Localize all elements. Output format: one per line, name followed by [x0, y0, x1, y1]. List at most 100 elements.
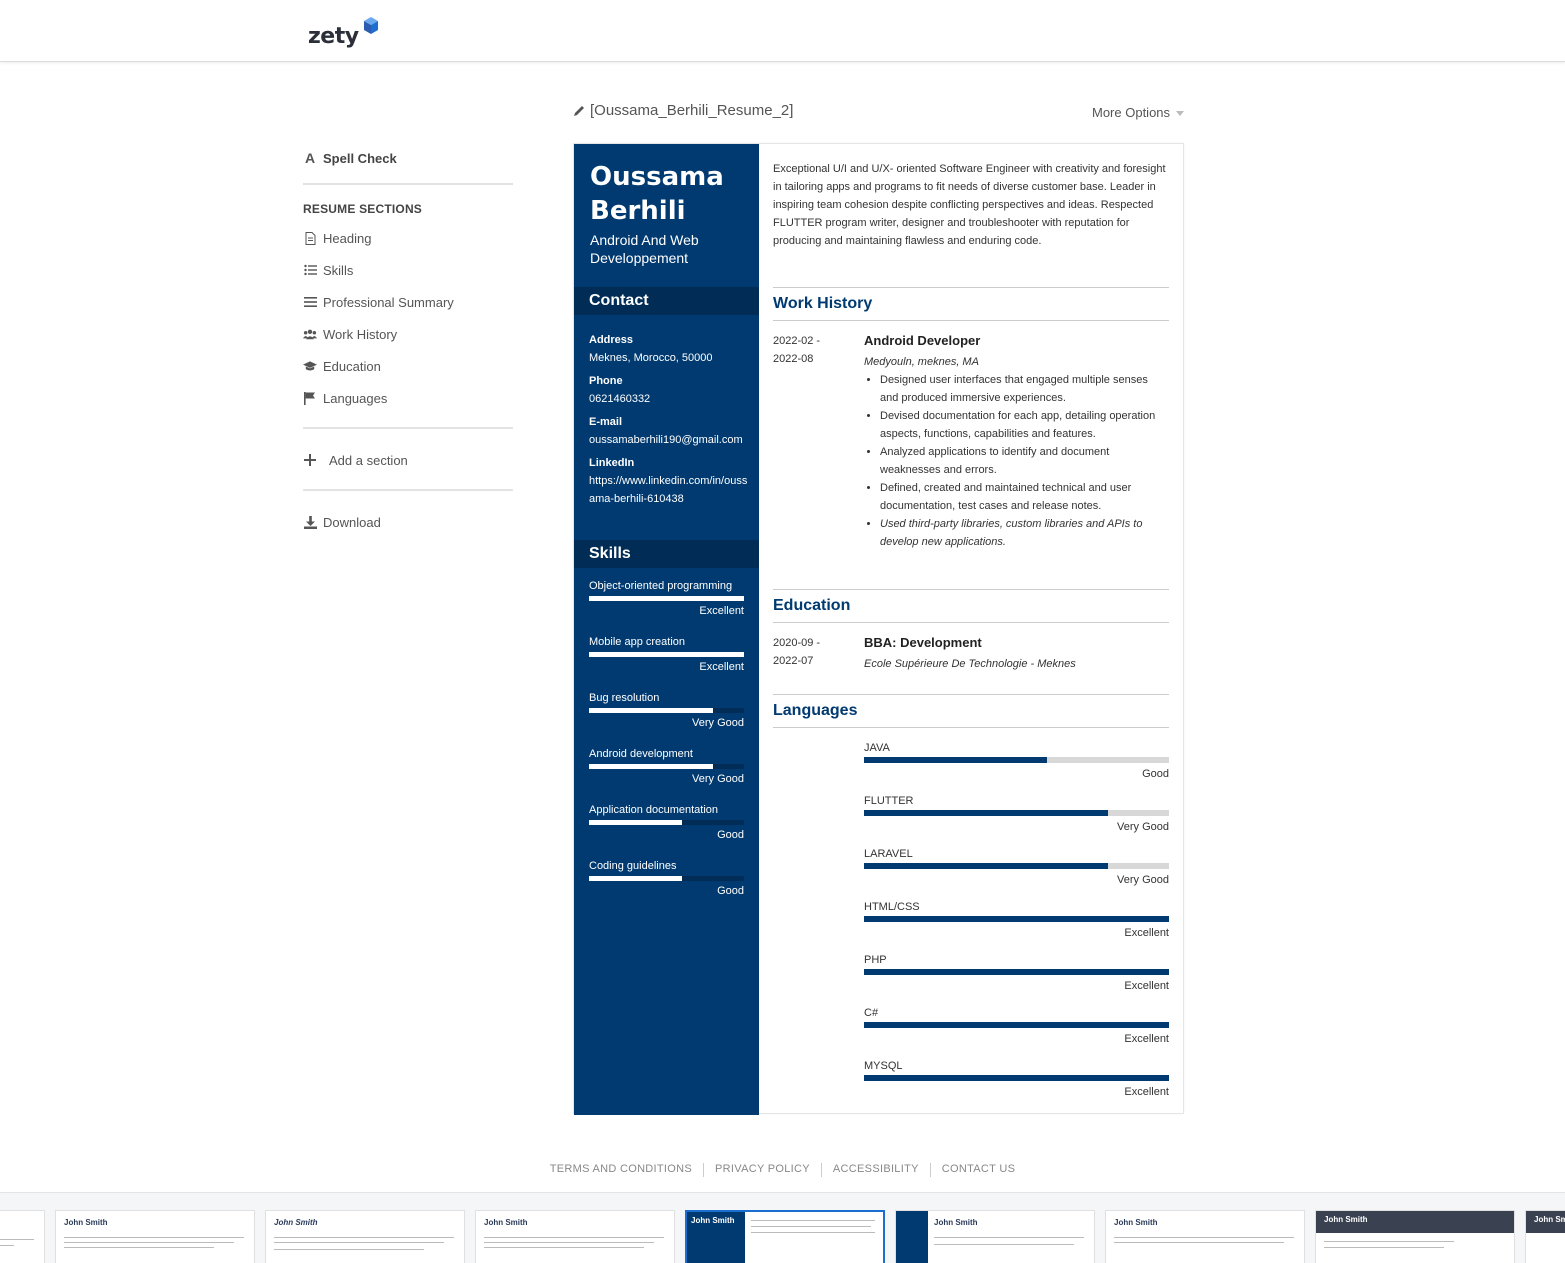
- language-name: PHP: [864, 954, 887, 966]
- language-bar-fill: [864, 1075, 1169, 1081]
- download-label: Download: [323, 514, 381, 530]
- resume-name: Oussama Berhili: [590, 162, 724, 226]
- skill-level: Very Good: [692, 717, 744, 729]
- language-bar: [864, 863, 1169, 869]
- template-sample-name: John Smith: [691, 1216, 735, 1225]
- resume-preview[interactable]: Oussama Berhili Android And Web Developp…: [573, 143, 1184, 1115]
- document-title[interactable]: [Oussama_Berhili_Resume_2]: [572, 102, 793, 119]
- language-bar: [864, 916, 1169, 922]
- work-dates: 2022-02 - 2022-08: [773, 332, 853, 368]
- sidebar-item-work-history[interactable]: Work History: [303, 318, 513, 350]
- plus-icon: [303, 453, 317, 467]
- list-icon: [303, 263, 317, 277]
- address-label: Address: [589, 334, 634, 346]
- skill-name: Application documentation: [589, 804, 719, 816]
- template-thumbnail[interactable]: John Smith: [1105, 1210, 1305, 1263]
- language-bar-fill: [864, 969, 1169, 975]
- language-item: MYSQL Excellent: [864, 1059, 1169, 1101]
- language-bar: [864, 810, 1169, 816]
- skill-bar: [589, 652, 744, 657]
- logo-text: zety: [308, 24, 359, 49]
- users-icon: [303, 327, 317, 341]
- skill-level: Good: [717, 885, 744, 897]
- top-bar: zety: [0, 0, 1565, 62]
- languages-heading: Languages: [773, 694, 1169, 728]
- language-level: Excellent: [1124, 980, 1169, 992]
- download-button[interactable]: Download: [303, 506, 513, 538]
- sidebar-item-professional-summary[interactable]: Professional Summary: [303, 286, 513, 318]
- template-thumbnail[interactable]: John Smith: [55, 1210, 255, 1263]
- footer-links: TERMS AND CONDITIONS PRIVACY POLICY ACCE…: [0, 1163, 1565, 1177]
- work-date-end: 2022-08: [773, 353, 814, 365]
- skill-bar-fill: [589, 596, 744, 601]
- work-bullet: Devised documentation for each app, deta…: [880, 407, 1169, 443]
- more-options-dropdown[interactable]: More Options: [1092, 105, 1185, 120]
- skill-bar: [589, 596, 744, 601]
- education-degree: BBA: Development: [864, 635, 982, 650]
- skill-level: Very Good: [692, 773, 744, 785]
- privacy-link[interactable]: PRIVACY POLICY: [704, 1163, 821, 1177]
- accessibility-link[interactable]: ACCESSIBILITY: [822, 1163, 930, 1177]
- template-thumbnail-selected[interactable]: John Smith: [685, 1210, 885, 1263]
- template-sample-name: John Smith: [1114, 1218, 1158, 1227]
- template-thumbnail[interactable]: John Smith: [895, 1210, 1095, 1263]
- skill-name: Mobile app creation: [589, 636, 686, 648]
- language-bar: [864, 969, 1169, 975]
- resume-left-column: Oussama Berhili Android And Web Developp…: [574, 144, 759, 1115]
- template-thumbnail[interactable]: John Smith: [475, 1210, 675, 1263]
- sidebar-item-label: Professional Summary: [323, 294, 454, 310]
- template-thumbnail[interactable]: John Smith: [1315, 1210, 1515, 1263]
- template-sample-name: John Smith: [1324, 1215, 1368, 1224]
- language-bar: [864, 1022, 1169, 1028]
- skill-bar: [589, 708, 744, 713]
- resume-job-title: Android And Web Developpement: [590, 232, 699, 266]
- zety-logo[interactable]: zety: [308, 14, 378, 48]
- contact-us-link[interactable]: CONTACT US: [931, 1163, 1027, 1177]
- document-icon: [303, 231, 317, 245]
- language-name: FLUTTER: [864, 795, 914, 807]
- work-bullet: Used third-party libraries, custom libra…: [880, 515, 1169, 551]
- skill-bar-fill: [589, 708, 713, 713]
- phone-value: 0621460332: [589, 393, 651, 405]
- logo-cube-icon: [363, 17, 378, 34]
- language-item: FLUTTER Very Good: [864, 794, 1169, 836]
- add-section-button[interactable]: Add a section: [303, 444, 513, 476]
- language-bar-fill: [864, 916, 1169, 922]
- language-item: LARAVEL Very Good: [864, 847, 1169, 889]
- flag-icon: [303, 391, 317, 405]
- document-title-text: [Oussama_Berhili_Resume_2]: [590, 102, 794, 119]
- divider: [303, 183, 513, 185]
- template-thumbnail[interactable]: [0, 1210, 45, 1263]
- lines-icon: [303, 295, 317, 309]
- work-bullet: Designed user interfaces that engaged mu…: [880, 371, 1169, 407]
- sidebar-item-languages[interactable]: Languages: [303, 382, 513, 414]
- spell-check-button[interactable]: A Spell Check: [303, 148, 513, 168]
- terms-link[interactable]: TERMS AND CONDITIONS: [539, 1163, 703, 1177]
- language-bar-fill: [864, 810, 1108, 816]
- skill-level: Excellent: [699, 661, 744, 673]
- skills-list: Object-oriented programming Excellent Mobi…: [589, 577, 744, 913]
- language-name: LARAVEL: [864, 848, 913, 860]
- language-item: JAVA Good: [864, 741, 1169, 783]
- education-heading: Education: [773, 589, 1169, 623]
- more-options-label: More Options: [1092, 105, 1171, 120]
- sidebar-item-label: Work History: [323, 326, 398, 342]
- sidebar-item-label: Heading: [323, 230, 372, 246]
- work-company: Medyouln, meknes, MA: [864, 356, 979, 368]
- sidebar-item-education[interactable]: Education: [303, 350, 513, 382]
- template-sample-name: John Smith: [934, 1218, 978, 1227]
- spell-check-icon: A: [304, 150, 316, 166]
- template-thumbnail[interactable]: John Smith: [265, 1210, 465, 1263]
- skill-item: Android development Very Good: [589, 745, 744, 788]
- graduation-cap-icon: [303, 359, 317, 373]
- education-dates: 2020-09 - 2022-07: [773, 634, 853, 670]
- skill-bar-fill: [589, 652, 744, 657]
- language-level: Good: [1142, 768, 1169, 780]
- skill-bar-fill: [589, 820, 682, 825]
- sidebar-item-skills[interactable]: Skills: [303, 254, 513, 286]
- email-label: E-mail: [589, 416, 623, 428]
- template-thumbnail[interactable]: John Smith: [1525, 1210, 1565, 1263]
- sidebar-item-heading[interactable]: Heading: [303, 222, 513, 254]
- skill-item: Application documentation Good: [589, 801, 744, 844]
- education-date-end: 2022-07: [773, 655, 814, 667]
